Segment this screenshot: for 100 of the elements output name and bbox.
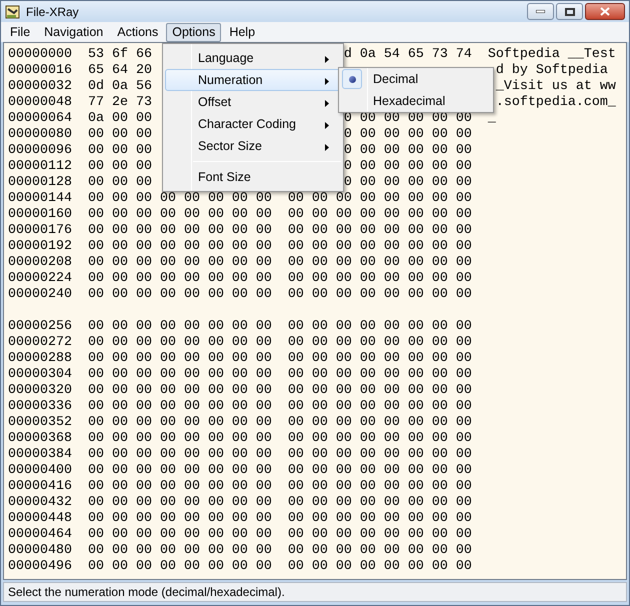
hex-bytes: 00 00 00 00 00 00 00 00 xyxy=(88,287,272,303)
hex-bytes: 77 2e 73 xyxy=(88,95,152,111)
offset-cell: 00000416 xyxy=(8,479,72,495)
offset-cell: 00000320 xyxy=(8,383,72,399)
menu-option[interactable]: Character Coding xyxy=(165,113,341,135)
maximize-button[interactable] xyxy=(556,3,583,20)
ascii-text: _ xyxy=(488,111,496,127)
hex-bytes: 00 00 00 xyxy=(88,143,152,159)
menu-bar-item[interactable]: File xyxy=(4,22,36,42)
close-icon xyxy=(600,7,610,16)
hex-bytes: 00 00 00 00 00 00 00 00 xyxy=(88,479,272,495)
hex-bytes: 00 00 00 00 00 00 00 00 xyxy=(288,367,472,383)
hex-bytes: 00 00 00 00 00 00 00 00 xyxy=(288,335,472,351)
hex-bytes: 53 6f 66 xyxy=(88,47,152,63)
submenu-option[interactable]: Decimal xyxy=(341,68,491,90)
offset-cell: 00000000 xyxy=(8,47,72,63)
offset-cell: 00000144 xyxy=(8,191,72,207)
hex-bytes: 00 00 00 00 00 00 00 00 xyxy=(88,239,272,255)
offset-cell: 00000496 xyxy=(8,559,72,575)
offset-cell: 00000400 xyxy=(8,463,72,479)
offset-cell: 00000160 xyxy=(8,207,72,223)
offset-cell: 00000288 xyxy=(8,351,72,367)
hex-bytes: 00 00 00 00 00 00 00 00 xyxy=(88,511,272,527)
offset-cell: 00000480 xyxy=(8,543,72,559)
offset-cell: 00000016 xyxy=(8,63,72,79)
hex-bytes: 00 00 00 00 00 00 00 00 xyxy=(88,191,272,207)
ascii-text: Softpedia __Test xyxy=(488,47,616,63)
hex-bytes: 0 00 00 00 00 00 xyxy=(344,159,472,175)
close-button[interactable] xyxy=(585,3,625,20)
hex-bytes: d 0a 54 65 73 74 xyxy=(344,47,472,63)
offset-cell: 00000064 xyxy=(8,111,72,127)
minimize-icon xyxy=(536,10,545,13)
hex-bytes: 00 00 00 00 00 00 00 00 xyxy=(88,399,272,415)
hex-bytes: 00 00 00 00 00 00 00 00 xyxy=(288,207,472,223)
hex-bytes: 00 00 00 00 00 00 00 00 xyxy=(88,527,272,543)
hex-bytes: 0d 0a 56 xyxy=(88,79,152,95)
hex-bytes: 00 00 00 00 00 00 00 00 xyxy=(288,383,472,399)
hex-bytes: 00 00 00 00 00 00 00 00 xyxy=(288,287,472,303)
hex-bytes: 00 00 00 00 00 00 00 00 xyxy=(88,335,272,351)
hex-bytes: 00 00 00 00 00 00 00 00 xyxy=(88,447,272,463)
ascii-text: .softpedia.com_ xyxy=(496,95,616,111)
hex-bytes: 00 00 00 00 00 00 00 00 xyxy=(88,207,272,223)
offset-cell: 00000256 xyxy=(8,319,72,335)
offset-cell: 00000352 xyxy=(8,415,72,431)
hex-bytes: 00 00 00 00 00 00 00 00 xyxy=(88,223,272,239)
hex-bytes: 0a 00 00 xyxy=(88,111,152,127)
maximize-icon xyxy=(564,8,574,16)
offset-cell: 00000224 xyxy=(8,271,72,287)
hex-bytes: 00 00 00 00 00 00 00 00 xyxy=(288,479,472,495)
hex-bytes: 00 00 00 00 00 00 00 00 xyxy=(88,543,272,559)
offset-cell: 00000128 xyxy=(8,175,72,191)
status-text: Select the numeration mode (decimal/hexadecimal). xyxy=(8,584,285,601)
menu-option[interactable]: Font Size xyxy=(165,166,341,188)
hex-bytes: 00 00 00 00 00 00 00 00 xyxy=(288,495,472,511)
hex-bytes: 00 00 00 00 00 00 00 00 xyxy=(288,511,472,527)
hex-bytes: 00 00 00 00 00 00 00 00 xyxy=(288,527,472,543)
hex-bytes: 0 00 00 00 00 00 xyxy=(344,143,472,159)
menu-bar-item[interactable]: Navigation xyxy=(38,22,110,42)
ascii-text: _Visit us at ww xyxy=(496,79,616,95)
menu-bar-item[interactable]: Help xyxy=(223,22,262,42)
hex-bytes: 00 00 00 00 00 00 00 00 xyxy=(288,223,472,239)
hex-bytes: 00 00 00 00 00 00 00 00 xyxy=(288,543,472,559)
hex-bytes: 00 00 00 xyxy=(88,159,152,175)
hex-bytes: 00 00 00 00 00 00 00 00 xyxy=(288,271,472,287)
hex-bytes: 00 00 00 00 00 00 00 00 xyxy=(288,319,472,335)
offset-cell: 00000240 xyxy=(8,287,72,303)
app-icon xyxy=(5,4,21,20)
offset-cell: 00000368 xyxy=(8,431,72,447)
hex-bytes: 00 00 00 xyxy=(88,127,152,143)
submenu-option[interactable]: Hexadecimal xyxy=(341,90,491,112)
menu-option[interactable]: Offset xyxy=(165,91,341,113)
offset-cell: 00000432 xyxy=(8,495,72,511)
menu-bar-item[interactable]: Options xyxy=(166,22,222,42)
hex-bytes: 65 64 20 xyxy=(88,63,152,79)
hex-bytes: 00 00 00 00 00 00 00 00 xyxy=(288,351,472,367)
hex-bytes: 00 00 00 00 00 00 00 00 xyxy=(288,239,472,255)
offset-cell: 00000384 xyxy=(8,447,72,463)
minimize-button[interactable] xyxy=(527,3,554,20)
window-title: File-XRay xyxy=(26,4,79,20)
menu-option[interactable]: Sector Size xyxy=(165,135,341,157)
hex-bytes: 00 00 00 00 00 00 00 00 xyxy=(288,559,472,575)
ascii-text: d by Softpedia xyxy=(496,63,608,79)
hex-bytes: 00 00 00 00 00 00 00 00 xyxy=(288,399,472,415)
hex-bytes: 00 00 00 00 00 00 00 00 xyxy=(288,191,472,207)
hex-bytes: 00 00 00 00 00 00 00 00 xyxy=(88,255,272,271)
hex-bytes: 0 00 00 00 00 00 xyxy=(344,175,472,191)
menu-option[interactable]: Numeration xyxy=(165,69,341,91)
offset-cell: 00000048 xyxy=(8,95,72,111)
offset-cell: 00000272 xyxy=(8,335,72,351)
offset-cell: 00000096 xyxy=(8,143,72,159)
hex-bytes: 00 00 00 00 00 00 00 00 xyxy=(288,415,472,431)
menu-option[interactable]: Language xyxy=(165,47,341,69)
hex-bytes: 00 00 00 00 00 00 00 00 xyxy=(88,383,272,399)
offset-cell: 00000464 xyxy=(8,527,72,543)
menu-bar-item[interactable]: Actions xyxy=(111,22,164,42)
offset-cell: 00000192 xyxy=(8,239,72,255)
hex-bytes: 00 00 00 00 00 00 00 00 xyxy=(88,431,272,447)
hex-bytes: 00 00 00 00 00 00 00 00 xyxy=(88,415,272,431)
offset-cell: 00000112 xyxy=(8,159,72,175)
hex-bytes: 00 00 00 00 00 00 00 00 xyxy=(288,255,472,271)
